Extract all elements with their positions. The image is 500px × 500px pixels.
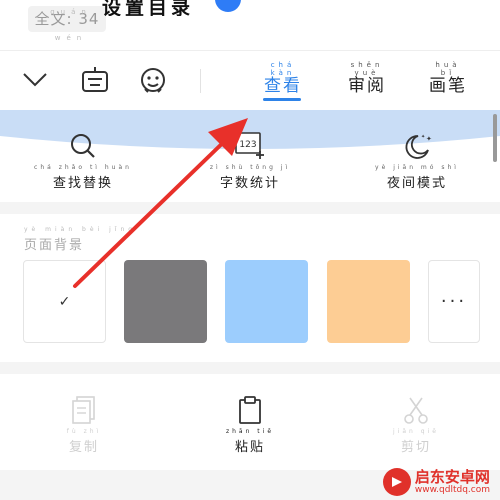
word-count-button[interactable]: 123 zì shù tǒng jì 字数统计 xyxy=(195,130,305,191)
page-background-label: 页面背景 xyxy=(24,238,85,253)
page-background-title: yè miàn bèi jǐng 页面背景 xyxy=(24,226,132,253)
svg-text:✦: ✦ xyxy=(421,134,425,140)
more-backgrounds-button[interactable]: ··· xyxy=(428,260,480,343)
copy-pinyin: fù zhì xyxy=(66,428,102,435)
find-replace-button[interactable]: chá zhǎo tì huàn 查找替换 xyxy=(28,130,138,191)
collapse-chevron-icon[interactable] xyxy=(20,65,50,95)
word-count-pinyin: quán wén xyxy=(50,8,92,42)
page-background-pinyin: yè miàn bèi jǐng xyxy=(24,226,137,233)
tab-pen[interactable]: huà bǐ 画笔 xyxy=(427,61,469,96)
bottom-toolbar: chá kàn 查看 shěn yuè 审阅 huà bǐ 画笔 xyxy=(0,50,500,110)
tab-review[interactable]: shěn yuè 审阅 xyxy=(344,61,390,96)
word-count-pinyin: zì shù tǒng jì xyxy=(209,164,291,171)
watermark-logo-icon xyxy=(382,468,411,496)
section-divider xyxy=(0,202,500,214)
search-icon xyxy=(28,130,138,162)
tab-pen-label: 画笔 xyxy=(429,76,467,96)
copy-button[interactable]: fù zhì 复制 xyxy=(44,394,124,455)
swatch-white[interactable]: ✓ xyxy=(23,260,106,343)
night-mode-pinyin: yè jiān mó shì xyxy=(375,164,459,171)
page-background-section: yè miàn bèi jǐng 页面背景 ✓ ··· xyxy=(0,214,500,362)
svg-text:✦: ✦ xyxy=(426,135,432,143)
scissors-icon xyxy=(376,394,456,426)
tab-review-pinyin: shěn yuè xyxy=(350,61,384,77)
night-mode-icon: ✦ ✦ xyxy=(362,130,472,162)
word-count-icon: 123 xyxy=(195,130,305,162)
swatch-orange[interactable] xyxy=(327,260,410,343)
checkmark-icon: ✓ xyxy=(58,293,71,310)
paste-label: 粘贴 xyxy=(234,440,265,455)
paste-button[interactable]: zhān tiē 粘贴 xyxy=(210,394,290,455)
cut-pinyin: jiǎn qiē xyxy=(393,428,439,435)
emoji-icon[interactable] xyxy=(138,65,168,95)
watermark-name: 启东安卓网 xyxy=(414,468,490,486)
scrollbar[interactable] xyxy=(493,114,497,162)
tab-pen-pinyin: huà bǐ xyxy=(435,61,461,77)
word-count-badge: quán wén 全文: 34 xyxy=(28,6,106,42)
find-replace-label: 查找替换 xyxy=(52,176,113,191)
swatch-blue[interactable] xyxy=(225,260,308,343)
title-strip: quán wén 全文: 34 设置目录 xyxy=(0,0,500,50)
copy-label: 复制 xyxy=(68,440,99,455)
blue-indicator-dot xyxy=(215,0,241,12)
paste-icon xyxy=(210,394,290,426)
tab-view[interactable]: chá kàn 查看 xyxy=(262,61,304,96)
more-icon: ··· xyxy=(440,291,468,312)
section-divider xyxy=(0,362,500,374)
night-mode-button[interactable]: ✦ ✦ yè jiān mó shì 夜间模式 xyxy=(362,130,472,191)
tab-view-pinyin: chá kàn xyxy=(270,61,296,77)
copy-icon xyxy=(44,394,124,426)
watermark-url: www.qdltdq.com xyxy=(414,485,490,495)
active-tab-indicator xyxy=(263,98,301,101)
cut-button[interactable]: jiǎn qiē 剪切 xyxy=(376,394,456,455)
site-watermark: 启东安卓网 www.qdltdq.com xyxy=(382,468,490,496)
document-title: 设置目录 xyxy=(102,0,195,16)
word-count-label: 字数统计 xyxy=(219,176,280,191)
tab-review-label: 审阅 xyxy=(348,76,386,96)
keyboard-icon[interactable] xyxy=(80,65,110,95)
swatch-gray[interactable] xyxy=(124,260,207,343)
tab-view-label: 查看 xyxy=(264,76,302,96)
clipboard-section: fù zhì 复制 zhān tiē 粘贴 jiǎn qiē 剪切 xyxy=(0,374,500,470)
find-replace-pinyin: chá zhǎo tì huàn xyxy=(34,164,132,171)
toolbar-divider xyxy=(200,69,201,93)
night-mode-label: 夜间模式 xyxy=(386,176,447,191)
paste-pinyin: zhān tiē xyxy=(225,428,275,435)
word-count-icon-text: 123 xyxy=(239,140,256,150)
cut-label: 剪切 xyxy=(400,440,431,455)
view-tools-panel: chá zhǎo tì huàn 查找替换 123 zì shù tǒng jì… xyxy=(0,110,500,202)
